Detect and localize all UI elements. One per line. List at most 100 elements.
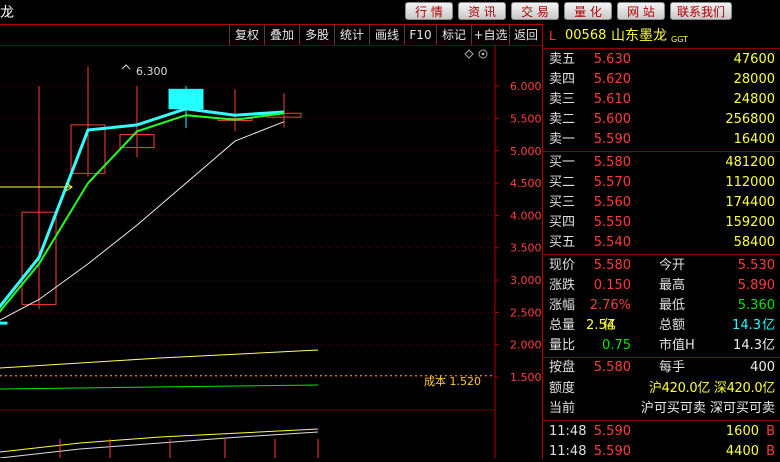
window-title: 龙	[0, 5, 14, 21]
ask-row[interactable]: 卖四 5.620 28000	[543, 70, 780, 90]
ask-row[interactable]: 卖一 5.590 16400	[543, 130, 780, 150]
order-level-volume: 47600	[733, 52, 775, 67]
toolbar-stats[interactable]: 统计	[334, 25, 369, 45]
price-tick-label: 6.000	[510, 80, 542, 93]
stock-name: 山东墨龙	[611, 28, 667, 44]
indicator-line	[0, 349, 319, 369]
order-level-price: 5.600	[593, 112, 631, 127]
diamond-icon[interactable]	[464, 49, 474, 59]
current-status: 沪可买可卖 深可买可卖	[640, 401, 775, 416]
chart-toolbar: 复权 叠加 多股 统计 画线 F10 标记 +自选 返回	[0, 24, 542, 46]
order-level-price: 5.570	[593, 175, 631, 190]
tick-row: 11:48 5.590 4400 B	[543, 442, 780, 462]
pct-value: 2.76%	[589, 298, 631, 313]
bid-row[interactable]: 买四 5.550 159200	[543, 213, 780, 233]
label-current: 当前	[549, 401, 576, 416]
ask-row[interactable]: 卖三 5.610 24800	[543, 90, 780, 110]
now-price: 5.580	[593, 258, 631, 273]
change-value: 0.150	[593, 278, 631, 293]
high-marker	[121, 64, 131, 70]
indicator-line	[0, 384, 319, 390]
order-level-volume: 159200	[725, 215, 775, 230]
volume-unit: 亿	[603, 318, 617, 333]
stat-row-volume: 总量 2.54 亿 总额 14.3 亿	[543, 316, 780, 336]
high-price: 5.890	[737, 278, 775, 293]
nav-button-contact[interactable]: 联系我们	[670, 2, 732, 20]
price-tick-label: 2.500	[510, 306, 542, 319]
order-level-volume: 28000	[733, 72, 775, 87]
ask-row[interactable]: 卖二 5.600 256800	[543, 110, 780, 130]
candle-body	[0, 321, 8, 325]
quote-panel: L 00568 山东墨龙 GGT 卖五 5.630 47600 卖四 5.620 2800…	[542, 24, 780, 459]
stat-row-change: 涨跌 0.150 最高 5.890	[543, 276, 780, 296]
order-level-volume: 481200	[725, 155, 775, 170]
order-level-price: 5.630	[593, 52, 631, 67]
label-quota: 额度	[549, 381, 576, 396]
quota-value: 沪420.0亿 深420.0亿	[648, 381, 775, 396]
label-high: 最高	[659, 278, 686, 293]
toolbar-draw-line[interactable]: 画线	[369, 25, 404, 45]
toolbar-back[interactable]: 返回	[509, 25, 542, 45]
ma-line	[0, 107, 285, 309]
price-tick-label: 4.500	[510, 177, 542, 190]
low-price: 5.360	[737, 298, 775, 313]
order-level-price: 5.580	[593, 155, 631, 170]
stock-code: 00568	[565, 28, 607, 43]
toolbar-multi-stock[interactable]: 多股	[299, 25, 334, 45]
kline-chart-area[interactable]: 6.000 5.500 5.000 4.500 4.000 3.500 3.000 2.500…	[0, 45, 542, 459]
ask-row[interactable]: 卖五 5.630 47600	[543, 50, 780, 70]
plate-row-pan: 按盘 5.580 每手 400	[543, 358, 780, 378]
price-tick-label: 2.000	[510, 339, 542, 352]
plate-row-quota: 额度 沪420.0亿 深420.0亿	[543, 379, 780, 399]
price-tick-label: 3.500	[510, 242, 542, 255]
order-level-volume: 112000	[725, 175, 775, 190]
market-cap-value: 14.3亿	[733, 338, 775, 353]
toolbar-add-favorite[interactable]: +自选	[471, 25, 509, 45]
price-tick-label: 5.000	[510, 145, 542, 158]
bid-row[interactable]: 买三 5.560 174400	[543, 193, 780, 213]
nav-button-market[interactable]: 行 情	[405, 2, 453, 20]
amount-unit: 亿	[761, 318, 775, 333]
stat-row-now: 现价 5.580 今开 5.530	[543, 256, 780, 276]
order-level-volume: 174400	[725, 195, 775, 210]
top-bar: 龙 行 情 资 讯 交 易 量 化 网 站 联系我们	[0, 0, 780, 24]
toolbar-fuquan[interactable]: 复权	[229, 25, 264, 45]
bid-row[interactable]: 买一 5.580 481200	[543, 153, 780, 173]
label-open: 今开	[659, 258, 686, 273]
order-level-price: 5.610	[593, 92, 631, 107]
open-price: 5.530	[737, 258, 775, 273]
stock-header: L 00568 山东墨龙 GGT	[543, 26, 780, 46]
order-level-price: 5.620	[593, 72, 631, 87]
market-flag: L	[549, 29, 556, 43]
kline-chart[interactable]: 6.000 5.500 5.000 4.500 4.000 3.500 3.000 2.500…	[0, 45, 542, 459]
bid-row[interactable]: 买二 5.570 112000	[543, 173, 780, 193]
settings-icon[interactable]	[478, 49, 488, 59]
price-tick-label: 5.500	[510, 112, 542, 125]
nav-button-news[interactable]: 资 讯	[458, 2, 506, 20]
high-price-label: 6.300	[136, 65, 168, 78]
tick-volume: 1600	[725, 424, 759, 439]
order-level-price: 5.550	[593, 215, 631, 230]
tick-price: 5.590	[593, 424, 631, 439]
toolbar-overlay[interactable]: 叠加	[264, 25, 299, 45]
label-market-cap: 市值H	[659, 338, 695, 353]
tick-side: B	[766, 444, 775, 459]
stat-row-ratio: 量比 0.75 市值H 14.3亿	[543, 336, 780, 356]
stat-row-pct: 涨幅 2.76% 最低 5.360	[543, 296, 780, 316]
ma-line	[0, 112, 285, 313]
order-level-price: 5.590	[593, 132, 631, 147]
order-level-volume: 24800	[733, 92, 775, 107]
candle-body	[168, 88, 204, 110]
bid-row[interactable]: 买五 5.540 58400	[543, 233, 780, 253]
pan-price: 5.580	[593, 360, 631, 375]
cost-label: 成本 1.520	[424, 374, 481, 388]
tick-volume: 4400	[725, 444, 759, 459]
indicator-line	[0, 428, 319, 453]
toolbar-f10[interactable]: F10	[404, 25, 436, 45]
nav-button-trade[interactable]: 交 易	[511, 2, 559, 20]
price-tick-label: 3.000	[510, 274, 542, 287]
nav-button-website[interactable]: 网 站	[617, 2, 665, 20]
price-tick-label: 1.500	[510, 371, 542, 384]
toolbar-mark[interactable]: 标记	[436, 25, 471, 45]
nav-button-quant[interactable]: 量 化	[564, 2, 612, 20]
